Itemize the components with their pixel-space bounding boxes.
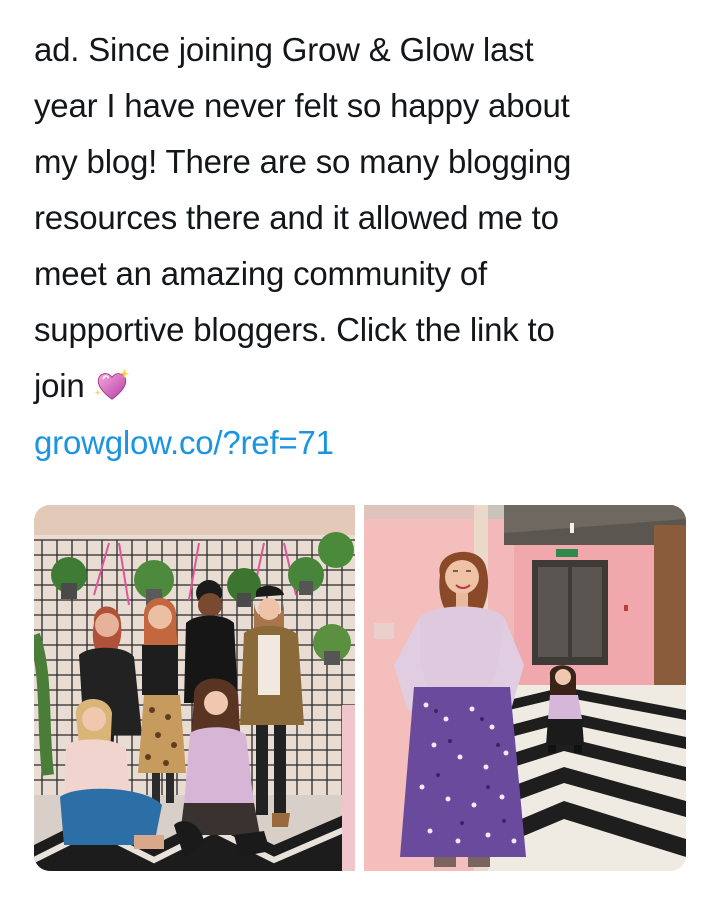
media-grid	[34, 505, 686, 871]
sparkling-heart-icon	[93, 365, 131, 403]
hallway-photo[interactable]	[364, 505, 686, 871]
tweet-text: ad. Since joining Grow & Glow last year …	[34, 31, 572, 404]
group-photo[interactable]	[34, 505, 355, 871]
tweet-body: ad. Since joining Grow & Glow last year …	[34, 22, 694, 414]
referral-link[interactable]: growglow.co/?ref=71	[34, 418, 334, 468]
